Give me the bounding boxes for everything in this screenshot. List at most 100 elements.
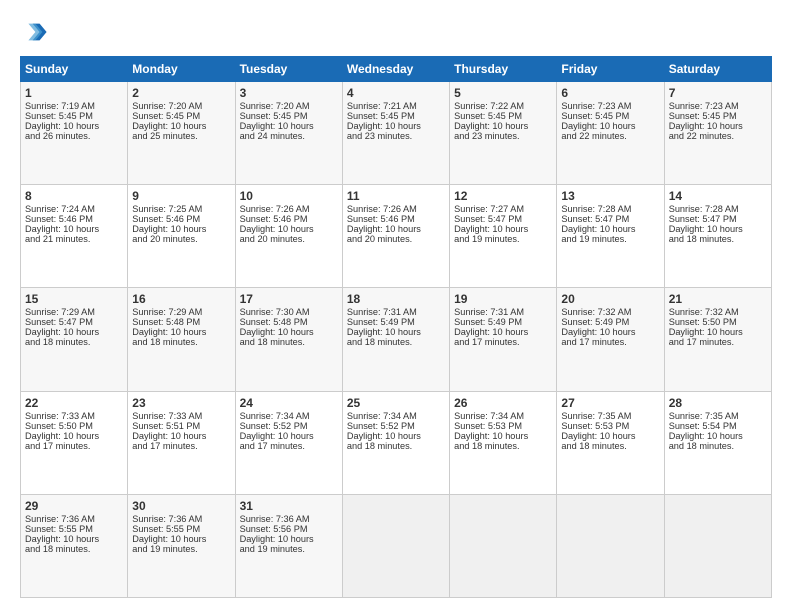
cell-text: Sunrise: 7:31 AM — [347, 307, 445, 317]
cell-text: Daylight: 10 hours — [561, 121, 659, 131]
day-number: 30 — [132, 499, 230, 513]
weekday-header-sunday: Sunday — [21, 57, 128, 82]
cell-text: Sunrise: 7:21 AM — [347, 101, 445, 111]
cell-text: and 18 minutes. — [347, 441, 445, 451]
cell-text: Daylight: 10 hours — [25, 224, 123, 234]
cell-text: Daylight: 10 hours — [454, 121, 552, 131]
cell-text: Daylight: 10 hours — [240, 327, 338, 337]
calendar-week-2: 8Sunrise: 7:24 AMSunset: 5:46 PMDaylight… — [21, 185, 772, 288]
cell-text: Sunset: 5:55 PM — [25, 524, 123, 534]
cell-text: Sunset: 5:47 PM — [669, 214, 767, 224]
calendar-header: SundayMondayTuesdayWednesdayThursdayFrid… — [21, 57, 772, 82]
cell-text: Daylight: 10 hours — [240, 121, 338, 131]
calendar-cell: 15Sunrise: 7:29 AMSunset: 5:47 PMDayligh… — [21, 288, 128, 391]
day-number: 25 — [347, 396, 445, 410]
calendar-cell: 11Sunrise: 7:26 AMSunset: 5:46 PMDayligh… — [342, 185, 449, 288]
cell-text: Sunset: 5:52 PM — [240, 421, 338, 431]
day-number: 22 — [25, 396, 123, 410]
day-number: 3 — [240, 86, 338, 100]
day-number: 17 — [240, 292, 338, 306]
cell-text: Daylight: 10 hours — [561, 327, 659, 337]
cell-text: Sunset: 5:52 PM — [347, 421, 445, 431]
cell-text: Sunrise: 7:28 AM — [561, 204, 659, 214]
cell-text: Daylight: 10 hours — [454, 431, 552, 441]
calendar-cell: 25Sunrise: 7:34 AMSunset: 5:52 PMDayligh… — [342, 391, 449, 494]
day-number: 26 — [454, 396, 552, 410]
calendar-cell — [342, 494, 449, 597]
cell-text: and 17 minutes. — [454, 337, 552, 347]
cell-text: Daylight: 10 hours — [454, 224, 552, 234]
cell-text: and 24 minutes. — [240, 131, 338, 141]
cell-text: Sunset: 5:51 PM — [132, 421, 230, 431]
cell-text: Daylight: 10 hours — [561, 431, 659, 441]
cell-text: Sunset: 5:47 PM — [25, 317, 123, 327]
cell-text: Sunset: 5:53 PM — [454, 421, 552, 431]
cell-text: and 25 minutes. — [132, 131, 230, 141]
calendar-cell: 27Sunrise: 7:35 AMSunset: 5:53 PMDayligh… — [557, 391, 664, 494]
cell-text: and 22 minutes. — [561, 131, 659, 141]
calendar-week-5: 29Sunrise: 7:36 AMSunset: 5:55 PMDayligh… — [21, 494, 772, 597]
cell-text: Daylight: 10 hours — [25, 121, 123, 131]
cell-text: Sunrise: 7:34 AM — [347, 411, 445, 421]
cell-text: and 18 minutes. — [669, 234, 767, 244]
cell-text: Sunrise: 7:25 AM — [132, 204, 230, 214]
cell-text: and 17 minutes. — [669, 337, 767, 347]
cell-text: and 18 minutes. — [561, 441, 659, 451]
calendar-cell: 7Sunrise: 7:23 AMSunset: 5:45 PMDaylight… — [664, 82, 771, 185]
cell-text: Sunset: 5:47 PM — [561, 214, 659, 224]
cell-text: Sunrise: 7:24 AM — [25, 204, 123, 214]
cell-text: Sunrise: 7:35 AM — [669, 411, 767, 421]
calendar-cell: 30Sunrise: 7:36 AMSunset: 5:55 PMDayligh… — [128, 494, 235, 597]
cell-text: Sunrise: 7:20 AM — [240, 101, 338, 111]
cell-text: and 23 minutes. — [347, 131, 445, 141]
cell-text: Sunset: 5:49 PM — [347, 317, 445, 327]
calendar-cell: 21Sunrise: 7:32 AMSunset: 5:50 PMDayligh… — [664, 288, 771, 391]
calendar-cell: 23Sunrise: 7:33 AMSunset: 5:51 PMDayligh… — [128, 391, 235, 494]
cell-text: Daylight: 10 hours — [25, 431, 123, 441]
calendar-cell: 4Sunrise: 7:21 AMSunset: 5:45 PMDaylight… — [342, 82, 449, 185]
cell-text: Sunset: 5:45 PM — [561, 111, 659, 121]
cell-text: Sunset: 5:55 PM — [132, 524, 230, 534]
cell-text: and 18 minutes. — [132, 337, 230, 347]
cell-text: Sunset: 5:45 PM — [454, 111, 552, 121]
weekday-header-monday: Monday — [128, 57, 235, 82]
cell-text: Daylight: 10 hours — [132, 121, 230, 131]
day-number: 18 — [347, 292, 445, 306]
calendar-cell: 8Sunrise: 7:24 AMSunset: 5:46 PMDaylight… — [21, 185, 128, 288]
day-number: 14 — [669, 189, 767, 203]
day-number: 16 — [132, 292, 230, 306]
day-number: 10 — [240, 189, 338, 203]
calendar-cell: 3Sunrise: 7:20 AMSunset: 5:45 PMDaylight… — [235, 82, 342, 185]
calendar-cell: 20Sunrise: 7:32 AMSunset: 5:49 PMDayligh… — [557, 288, 664, 391]
calendar: SundayMondayTuesdayWednesdayThursdayFrid… — [20, 56, 772, 598]
weekday-header-tuesday: Tuesday — [235, 57, 342, 82]
day-number: 6 — [561, 86, 659, 100]
weekday-header-saturday: Saturday — [664, 57, 771, 82]
cell-text: Daylight: 10 hours — [347, 327, 445, 337]
cell-text: and 20 minutes. — [240, 234, 338, 244]
cell-text: Sunset: 5:46 PM — [25, 214, 123, 224]
calendar-cell — [450, 494, 557, 597]
cell-text: Sunset: 5:45 PM — [25, 111, 123, 121]
day-number: 12 — [454, 189, 552, 203]
day-number: 28 — [669, 396, 767, 410]
weekday-header-friday: Friday — [557, 57, 664, 82]
cell-text: Daylight: 10 hours — [240, 224, 338, 234]
cell-text: and 17 minutes. — [132, 441, 230, 451]
cell-text: and 19 minutes. — [561, 234, 659, 244]
cell-text: Sunrise: 7:34 AM — [240, 411, 338, 421]
cell-text: Sunrise: 7:31 AM — [454, 307, 552, 317]
calendar-cell: 10Sunrise: 7:26 AMSunset: 5:46 PMDayligh… — [235, 185, 342, 288]
cell-text: Daylight: 10 hours — [240, 534, 338, 544]
day-number: 2 — [132, 86, 230, 100]
cell-text: and 23 minutes. — [454, 131, 552, 141]
cell-text: Daylight: 10 hours — [347, 224, 445, 234]
cell-text: Sunrise: 7:30 AM — [240, 307, 338, 317]
cell-text: and 17 minutes. — [25, 441, 123, 451]
weekday-header-wednesday: Wednesday — [342, 57, 449, 82]
cell-text: Sunset: 5:56 PM — [240, 524, 338, 534]
calendar-cell — [664, 494, 771, 597]
cell-text: Sunset: 5:50 PM — [25, 421, 123, 431]
day-number: 31 — [240, 499, 338, 513]
cell-text: and 21 minutes. — [25, 234, 123, 244]
